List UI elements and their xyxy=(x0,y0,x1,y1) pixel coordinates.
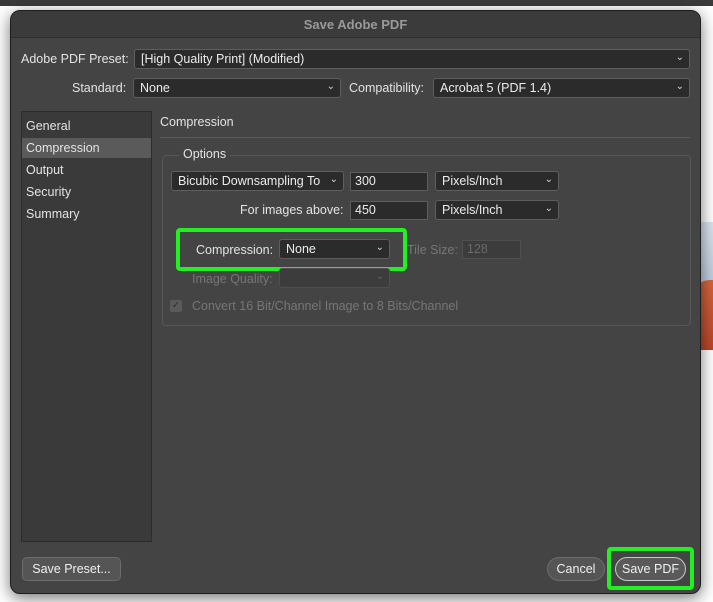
resolution-unit-select[interactable]: Pixels/Inch ⌄ xyxy=(435,171,559,191)
convert-16bit-label: Convert 16 Bit/Channel Image to 8 Bits/C… xyxy=(192,299,459,313)
images-above-unit-select[interactable]: Pixels/Inch ⌄ xyxy=(435,200,559,220)
resolution-input[interactable]: 300 xyxy=(350,172,428,191)
images-above-input[interactable]: 450 xyxy=(350,201,428,220)
background-strip xyxy=(0,0,713,6)
downsampling-method-select[interactable]: Bicubic Downsampling To ⌄ xyxy=(171,171,344,191)
tile-size-label: Tile Size: xyxy=(407,243,458,257)
preset-value: [High Quality Print] (Modified) xyxy=(141,52,305,66)
compatibility-select[interactable]: Acrobat 5 (PDF 1.4) ⌄ xyxy=(433,78,690,98)
sidebar-item-summary[interactable]: Summary xyxy=(22,204,151,224)
sidebar-item-output[interactable]: Output xyxy=(22,160,151,180)
compression-value: None xyxy=(286,242,316,256)
sidebar-item-general[interactable]: General xyxy=(22,116,151,136)
chevron-down-icon: ⌄ xyxy=(544,203,553,214)
compression-select[interactable]: None ⌄ xyxy=(279,239,390,259)
save-adobe-pdf-dialog: Save Adobe PDF Adobe PDF Preset: [High Q… xyxy=(10,10,701,594)
cancel-button[interactable]: Cancel xyxy=(547,557,605,581)
compatibility-label: Compatibility: xyxy=(349,81,425,95)
checkmark-icon: ✓ xyxy=(171,300,181,311)
chevron-down-icon: ⌄ xyxy=(375,242,384,253)
chevron-down-icon: ⌄ xyxy=(544,174,553,185)
options-group-label: Options xyxy=(179,147,231,161)
section-title: Compression xyxy=(160,115,234,129)
sidebar-item-compression[interactable]: Compression xyxy=(22,138,151,158)
chevron-down-icon: ⌄ xyxy=(375,271,384,282)
save-preset-button[interactable]: Save Preset... xyxy=(22,557,121,581)
chevron-down-icon: ⌄ xyxy=(675,81,684,92)
preset-label: Adobe PDF Preset: xyxy=(21,52,129,66)
sidebar-item-security[interactable]: Security xyxy=(22,182,151,202)
compatibility-value: Acrobat 5 (PDF 1.4) xyxy=(440,81,552,95)
compression-label: Compression: xyxy=(196,243,274,257)
standard-select[interactable]: None ⌄ xyxy=(133,78,341,98)
chevron-down-icon: ⌄ xyxy=(329,174,338,185)
standard-value: None xyxy=(140,81,170,95)
images-above-unit-value: Pixels/Inch xyxy=(442,203,503,217)
section-divider xyxy=(160,137,690,138)
image-quality-select[interactable]: ⌄ xyxy=(279,268,390,288)
images-above-label: For images above: xyxy=(240,203,344,217)
resolution-unit-value: Pixels/Inch xyxy=(442,174,503,188)
convert-16bit-checkbox[interactable]: ✓ xyxy=(170,300,182,312)
preset-select[interactable]: [High Quality Print] (Modified) ⌄ xyxy=(134,49,690,69)
category-sidebar: General Compression Output Security Summ… xyxy=(21,111,152,542)
title-bar[interactable]: Save Adobe PDF xyxy=(11,11,700,38)
chevron-down-icon: ⌄ xyxy=(675,52,684,63)
standard-label: Standard: xyxy=(72,81,127,95)
chevron-down-icon: ⌄ xyxy=(326,81,335,92)
image-quality-label: Image Quality: xyxy=(192,272,273,286)
downsampling-method-value: Bicubic Downsampling To xyxy=(178,174,321,188)
tile-size-input[interactable]: 128 xyxy=(462,240,521,259)
save-pdf-button[interactable]: Save PDF xyxy=(615,557,686,581)
dialog-title: Save Adobe PDF xyxy=(303,17,408,32)
